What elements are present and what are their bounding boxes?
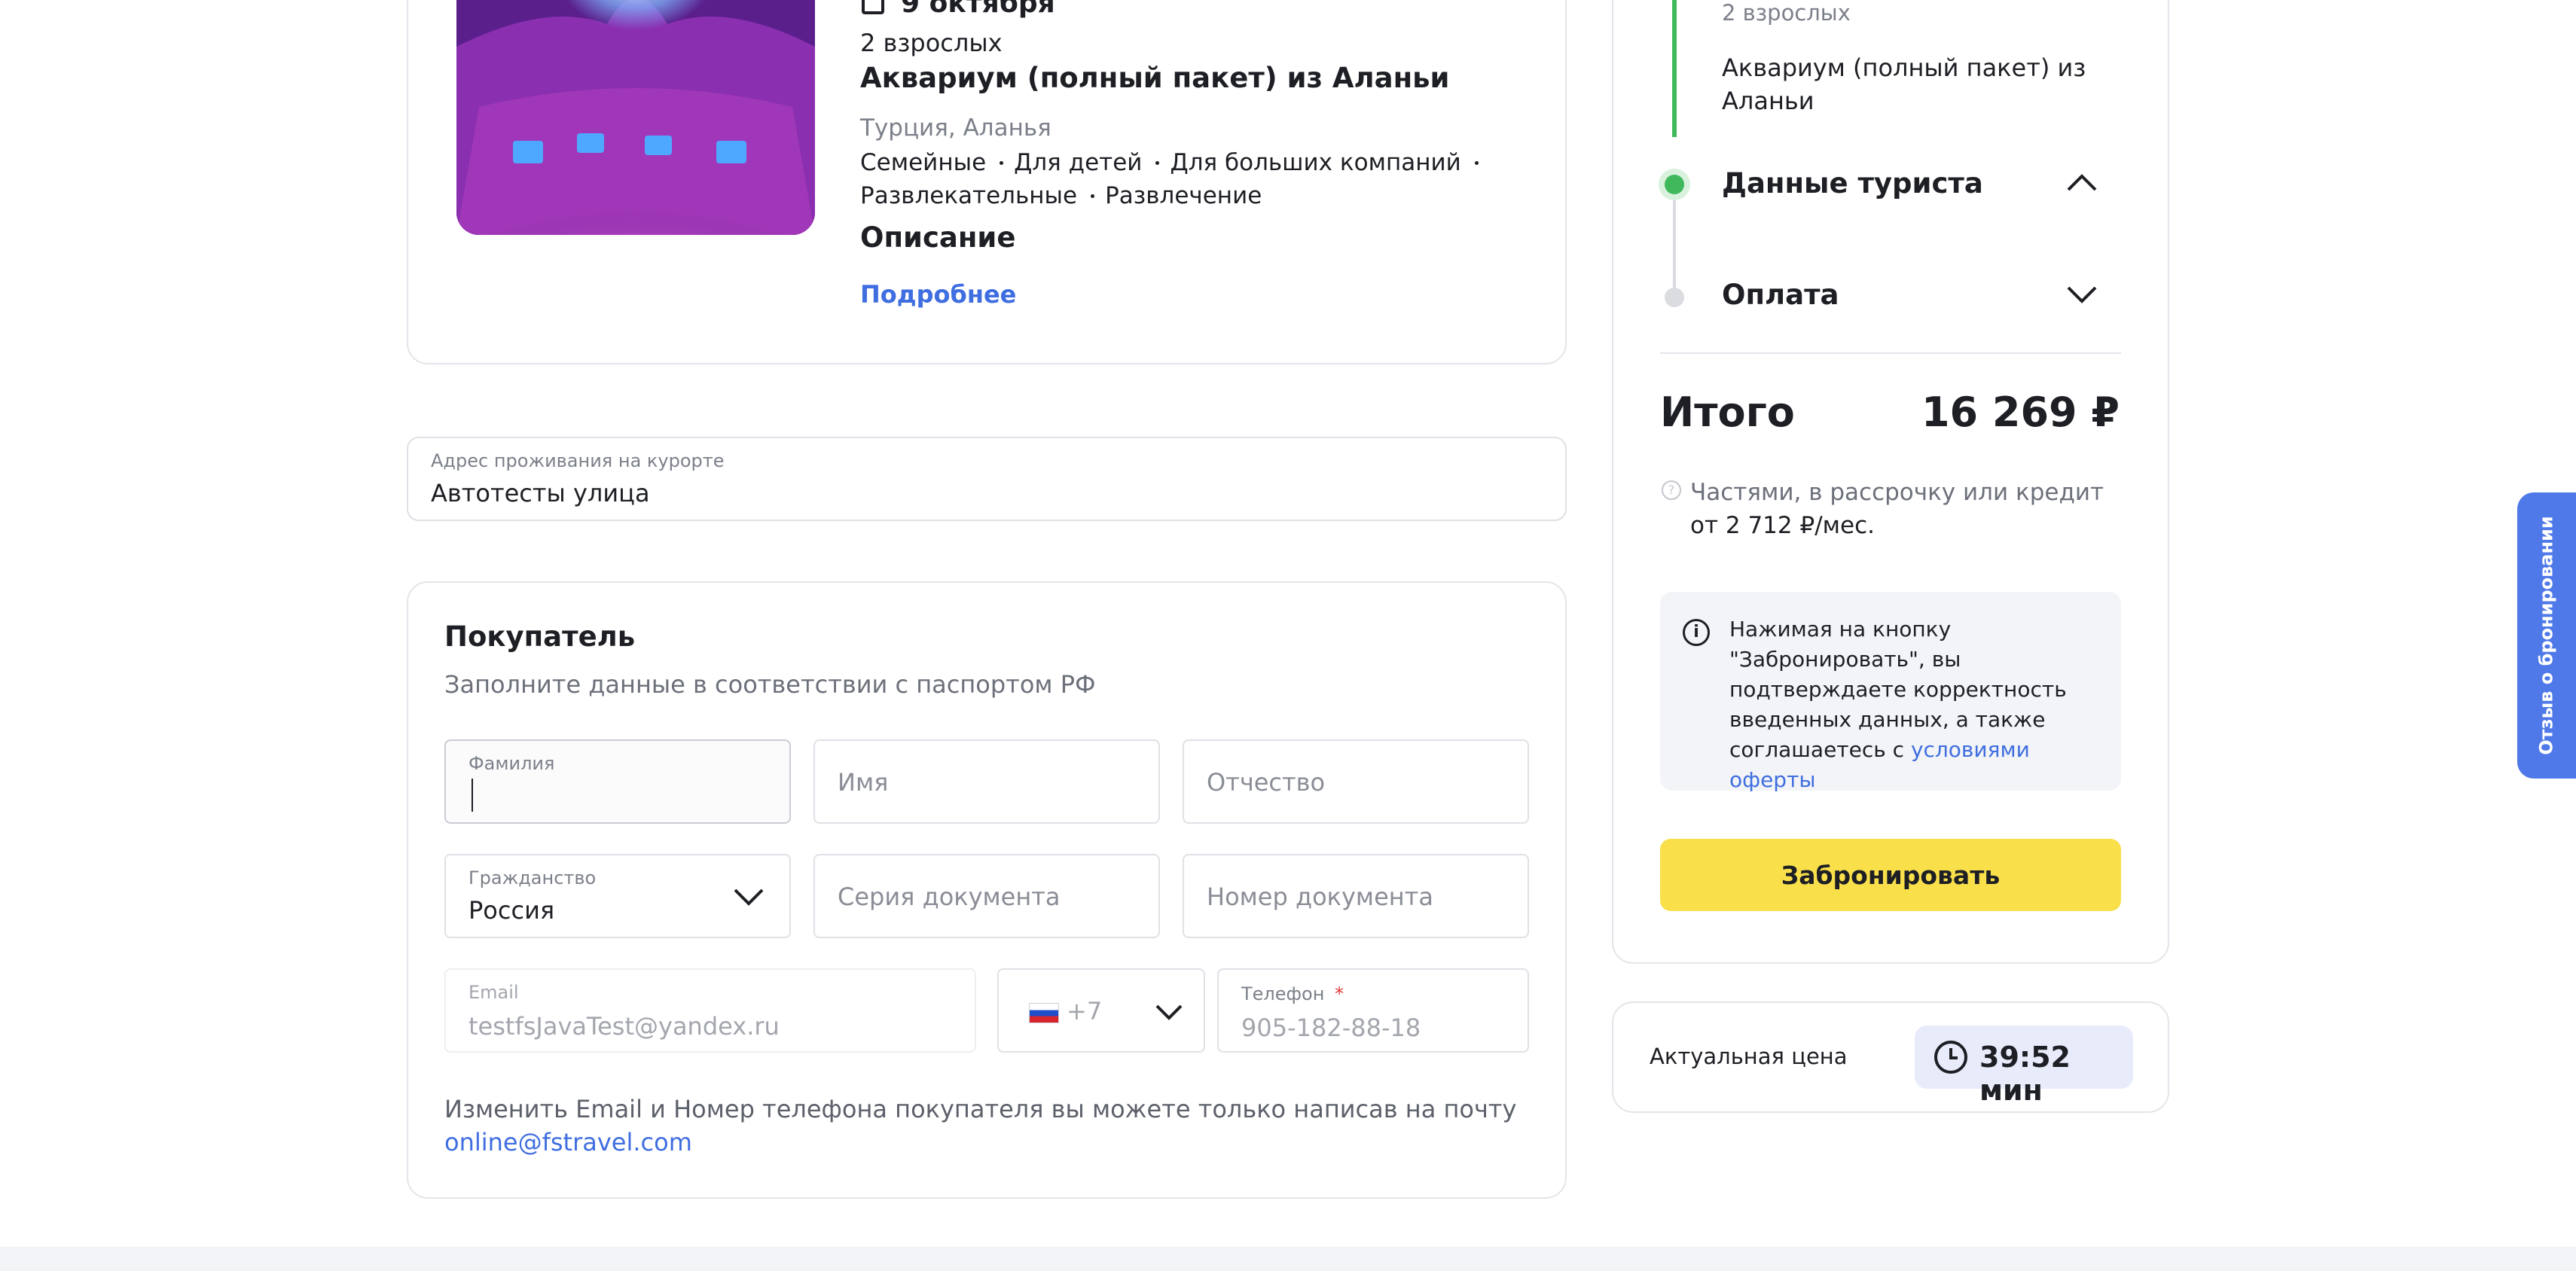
- installments-text: Частями, в рассрочку или кредит от 2 712…: [1690, 476, 2104, 542]
- book-button-label: Забронировать: [1781, 860, 2001, 890]
- tag: Семейные: [860, 149, 987, 176]
- chevron-down-icon: [734, 888, 764, 906]
- tour-tags: Семейные Для детей Для больших компаний Раз…: [860, 146, 1508, 212]
- step-inactive-dot: [1665, 288, 1684, 307]
- step1-people: 2 взрослых: [1722, 0, 1851, 26]
- clock-icon: [1934, 1041, 1967, 1074]
- contact-note: Изменить Email и Номер телефона покупате…: [444, 1095, 1517, 1123]
- address-label: Адрес проживания на курорте: [431, 450, 725, 471]
- step-line-green: [1672, 0, 1677, 137]
- installments-line1: Частями, в рассрочку или кредит: [1690, 479, 2104, 506]
- tag: Развлечение: [1105, 182, 1262, 209]
- book-button[interactable]: Забронировать: [1660, 839, 2121, 911]
- calendar-icon: [862, 0, 884, 14]
- timer-badge: 39:52 мин: [1915, 1026, 2133, 1107]
- tag: Для детей: [1014, 149, 1143, 176]
- email-label: Email: [469, 982, 519, 1003]
- buyer-heading: Покупатель: [444, 620, 636, 653]
- feedback-tab-label: Отзыв о бронировании: [2536, 516, 2557, 755]
- email-field: Email testfsJavaTest@yandex.ru: [444, 968, 976, 1053]
- total-label: Итого: [1660, 389, 1795, 436]
- info-icon: i: [1683, 619, 1710, 646]
- doc-series-field[interactable]: Серия документа: [813, 854, 1160, 938]
- name-placeholder: Имя: [838, 768, 889, 797]
- info-box: i Нажимая на кнопку "Забронировать", вы …: [1660, 592, 2121, 792]
- date-row: 9 октября: [862, 0, 1055, 19]
- booking-summary: 2 взрослых Аквариум (полный пакет) из Ал…: [1612, 0, 2169, 964]
- citizenship-label: Гражданство: [469, 867, 597, 888]
- tour-title: Аквариум (полный пакет) из Аланьи: [860, 62, 1450, 94]
- address-value: Автотесты улица: [431, 479, 650, 507]
- patronymic-placeholder: Отчество: [1207, 768, 1326, 797]
- tag: Для больших компаний: [1170, 149, 1461, 176]
- step1-title: Аквариум (полный пакет) из Аланьи: [1722, 53, 2086, 115]
- tag: Развлекательные: [860, 182, 1078, 209]
- chevron-down-icon[interactable]: [2065, 283, 2098, 306]
- tour-date: 9 октября: [901, 0, 1055, 19]
- tour-location: Турция, Аланья: [860, 114, 1051, 142]
- doc-number-placeholder: Номер документа: [1207, 882, 1433, 911]
- surname-label: Фамилия: [469, 753, 555, 774]
- price-label: Актуальная цена: [1650, 1044, 1848, 1069]
- tour-image: [456, 0, 815, 235]
- phone-field[interactable]: Телефон * 905-182-88-18: [1217, 968, 1529, 1053]
- price-timer-card: Актуальная цена 39:52 мин: [1612, 1001, 2169, 1113]
- tour-people: 2 взрослых: [860, 29, 1003, 57]
- total-value: 16 269 ₽: [1921, 389, 2120, 436]
- doc-series-placeholder: Серия документа: [838, 882, 1061, 911]
- buyer-subtitle: Заполните данные в соответствии с паспор…: [444, 670, 1096, 699]
- name-field[interactable]: Имя: [813, 739, 1160, 824]
- doc-number-field[interactable]: Номер документа: [1183, 854, 1529, 938]
- address-field[interactable]: Адрес проживания на курорте Автотесты ул…: [407, 437, 1567, 521]
- patronymic-field[interactable]: Отчество: [1183, 739, 1529, 824]
- timer-value: 39:52 мин: [1979, 1041, 2071, 1107]
- divider: [1660, 352, 2121, 354]
- chevron-up-icon[interactable]: [2065, 172, 2098, 194]
- step3-title[interactable]: Оплата: [1722, 279, 1839, 311]
- buyer-card: Покупатель Заполните данные в соответств…: [407, 581, 1567, 1199]
- tour-card: 9 октября 2 взрослых Аквариум (полный па…: [407, 0, 1567, 364]
- step2-title[interactable]: Данные туриста: [1722, 167, 1983, 200]
- email-value: testfsJavaTest@yandex.ru: [469, 1012, 780, 1041]
- text-cursor: [472, 779, 473, 812]
- citizenship-value: Россия: [469, 896, 555, 925]
- required-mark: *: [1335, 983, 1344, 1004]
- installments-line2: от 2 712 ₽/мес.: [1690, 512, 1876, 539]
- feedback-tab[interactable]: Отзыв о бронировании: [2517, 492, 2576, 779]
- phone-label: Телефон *: [1241, 983, 1344, 1004]
- phone-value: 905-182-88-18: [1241, 1013, 1421, 1042]
- description-heading: Описание: [860, 221, 1016, 254]
- phone-code: +7: [1067, 997, 1103, 1026]
- chevron-down-icon: [1155, 1004, 1183, 1020]
- citizenship-select[interactable]: Гражданство Россия: [444, 854, 791, 938]
- phone-code-select[interactable]: +7: [997, 968, 1205, 1053]
- info-text: Нажимая на кнопку "Забронировать", вы по…: [1729, 617, 2067, 792]
- question-icon: ?: [1662, 480, 1681, 500]
- surname-field[interactable]: Фамилия: [444, 739, 791, 824]
- support-email-link[interactable]: online@fstravel.com: [444, 1128, 692, 1157]
- step-active-dot: [1659, 169, 1690, 200]
- footer-strip: [0, 1247, 2576, 1271]
- russia-flag-icon: [1029, 1003, 1059, 1023]
- more-link[interactable]: Подробнее: [860, 280, 1016, 309]
